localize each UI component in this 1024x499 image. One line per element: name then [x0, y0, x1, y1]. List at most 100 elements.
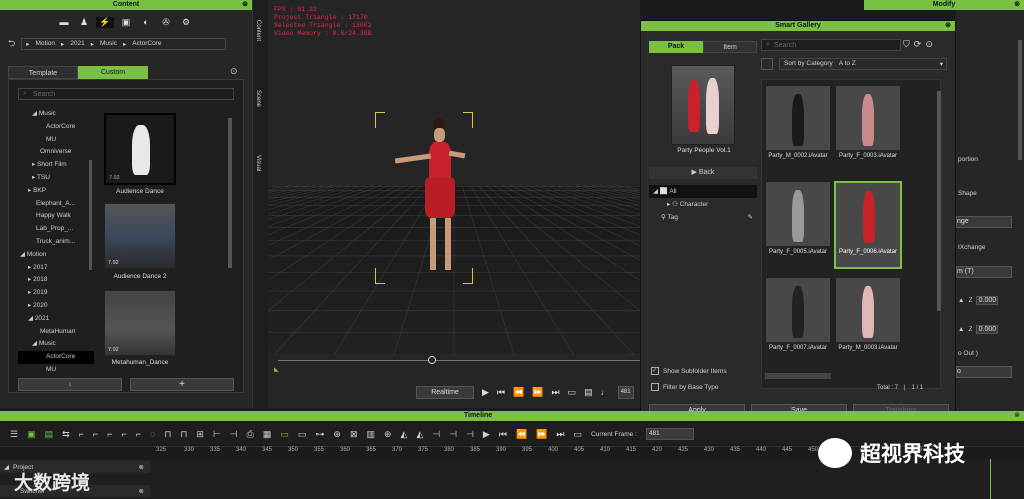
thumb-scrollbar[interactable]	[228, 118, 232, 268]
time-slider-track[interactable]	[278, 360, 640, 361]
tab-custom[interactable]: Custom	[78, 66, 148, 79]
motion-thumb[interactable]: 7.92	[104, 290, 176, 356]
tree-item[interactable]: ◢ Music	[18, 108, 94, 121]
tool-icon[interactable]: ⌐	[79, 429, 84, 439]
tool-icon[interactable]: ▭	[280, 429, 289, 440]
gallery-item[interactable]	[765, 277, 831, 343]
refresh-icon[interactable]: ⟳	[914, 39, 922, 50]
motion-thumb[interactable]: 7.92	[104, 203, 176, 269]
tool-icon[interactable]: ◭	[416, 429, 423, 440]
tree-character[interactable]: ▸ ⚇ Character	[649, 198, 757, 211]
gallery-item[interactable]	[765, 85, 831, 151]
gallery-scrollbar[interactable]	[937, 91, 941, 311]
tab-template[interactable]: Template	[8, 66, 78, 79]
tool-icon[interactable]: ⊞	[196, 429, 204, 440]
props-icon[interactable]: ◐	[138, 17, 154, 27]
tree-item[interactable]: ▸ 2020	[18, 300, 94, 313]
track-icon[interactable]: ☰	[10, 429, 18, 440]
tree-item[interactable]: Omniverse	[18, 146, 94, 159]
gallery-item[interactable]	[765, 181, 831, 247]
tree-item[interactable]: ▸ 2019	[18, 287, 94, 300]
zoom-icon[interactable]: ⊕	[384, 429, 392, 440]
folder-icon[interactable]: ▬	[56, 17, 72, 27]
next-frame-icon[interactable]: ⏩	[532, 387, 543, 398]
pack-thumb[interactable]	[671, 65, 735, 145]
frame-field[interactable]: 481	[617, 385, 634, 399]
tree-scrollbar[interactable]	[89, 160, 92, 270]
filter-base-option[interactable]: Filter by Base Type	[651, 383, 719, 391]
tool-icon[interactable]: ⊢	[213, 429, 221, 440]
tree-item[interactable]: ▸ Short Film	[18, 159, 94, 172]
tool-icon[interactable]: ⊣	[466, 429, 474, 440]
search-input[interactable]: ⌕ Search	[18, 88, 234, 100]
tool-icon[interactable]: ▥	[366, 429, 375, 440]
prev-frame-icon[interactable]: ⏪	[513, 387, 524, 398]
tree-tag[interactable]: ⚲ Tag ✎	[649, 211, 757, 224]
go-start-icon[interactable]: ⏮	[499, 429, 507, 440]
loop-icon[interactable]: ▭	[574, 429, 583, 440]
breadcrumb-item[interactable]: Music	[100, 40, 117, 48]
tree-item[interactable]: ActorCore	[18, 121, 94, 134]
tool-icon[interactable]: ⌐	[93, 429, 98, 439]
go-start-icon[interactable]: ⏮	[497, 387, 505, 398]
tool-icon[interactable]: ▭	[298, 429, 307, 440]
tree-item[interactable]: ◢ Motion	[18, 249, 94, 262]
modify-button[interactable]: o	[956, 366, 1012, 378]
key-icon[interactable]: ▤	[45, 429, 54, 440]
tool-icon[interactable]: ⊶	[315, 429, 324, 440]
tree-item[interactable]: Lab_Prop_...	[18, 223, 94, 236]
tool-icon[interactable]: ⊣	[230, 429, 238, 440]
breadcrumb-item[interactable]: ActorCore	[132, 40, 161, 48]
tree-item[interactable]: MetaHuman	[18, 326, 94, 339]
tool-icon[interactable]: ⊓	[180, 429, 187, 440]
tool-icon[interactable]: ⌐	[136, 429, 141, 439]
tree-item[interactable]: ▸ TSU	[18, 172, 94, 185]
person-icon[interactable]: ♟	[76, 17, 92, 28]
close-icon[interactable]: ⊗	[1014, 411, 1020, 419]
subtitle-icon[interactable]: ▤	[584, 387, 593, 398]
tree-item[interactable]: Truck_anim...	[18, 236, 94, 249]
tree-item[interactable]: ◢ Music	[18, 338, 94, 351]
add-button[interactable]: +	[130, 378, 234, 391]
back-button[interactable]: ▶ Back	[649, 167, 757, 179]
tree-item[interactable]: Happy Walk	[18, 210, 94, 223]
time-slider-handle[interactable]	[428, 356, 436, 364]
playback-mode-select[interactable]: Realtime	[416, 385, 474, 399]
tool-icon[interactable]: ▦	[263, 429, 272, 440]
close-icon[interactable]: ⊗	[1014, 0, 1020, 10]
z-field[interactable]: ▲ Z 0.000	[958, 325, 999, 334]
key-icon[interactable]: ▣	[27, 429, 36, 440]
show-subfolder-option[interactable]: ✓ Show Subfolder Items	[651, 367, 727, 375]
side-tab-scene[interactable]: Scene	[255, 90, 261, 107]
tool-icon[interactable]: ⎙	[247, 429, 254, 440]
music-icon[interactable]: ♩	[601, 387, 610, 397]
modify-scrollbar[interactable]	[1018, 40, 1022, 160]
playhead-line[interactable]	[990, 459, 991, 499]
current-frame-field[interactable]: 481	[645, 428, 694, 440]
tree-item[interactable]: Elephant_A...	[18, 198, 94, 211]
tool-icon[interactable]: ⌐	[121, 429, 126, 439]
tree-item[interactable]: ◢ 2021	[18, 313, 94, 326]
loop-icon[interactable]: ▭	[568, 387, 577, 398]
character-model[interactable]	[393, 118, 466, 278]
dropdown-icon[interactable]: ⊙	[925, 39, 933, 50]
view-toggle-icon[interactable]	[761, 57, 773, 70]
tree-item-selected[interactable]: ActorCore	[18, 351, 94, 364]
tree-item[interactable]: ▸ 2017	[18, 262, 94, 275]
tool-icon[interactable]: ⊕	[333, 429, 341, 440]
tree-item[interactable]: ▸ BKP	[18, 185, 94, 198]
tool-icon[interactable]: ⊠	[350, 429, 358, 440]
tab-pack[interactable]: Pack	[649, 41, 703, 53]
gallery-item[interactable]	[835, 85, 901, 151]
gallery-hscroll[interactable]	[765, 373, 831, 379]
modify-button[interactable]: nge	[956, 216, 1012, 228]
prev-frame-icon[interactable]: ⏪	[516, 429, 527, 440]
filter-icon[interactable]: ⛉	[903, 39, 910, 50]
tool-icon[interactable]: ⊣	[432, 429, 440, 440]
motion-icon[interactable]: ⚡	[96, 16, 114, 28]
side-tab-visual[interactable]: Visual	[255, 155, 261, 171]
film-icon[interactable]: ✇	[158, 17, 174, 28]
back-icon[interactable]: ⮌	[8, 36, 15, 52]
motion-thumb[interactable]: 7.92	[104, 113, 176, 185]
gallery-item[interactable]	[835, 277, 901, 343]
